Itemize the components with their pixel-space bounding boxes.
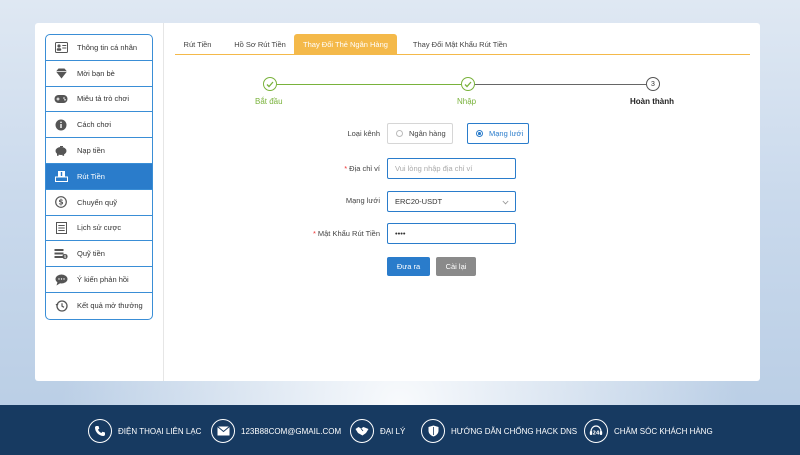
chat-icon	[54, 273, 68, 287]
divider	[163, 23, 164, 381]
footer-dns-guide-label: HƯỚNG DẪN CHỐNG HACK DNS	[451, 426, 578, 436]
sidebar-item-withdraw[interactable]: Rút Tiền	[46, 163, 152, 190]
channel-option-label: Mạng lưới	[489, 129, 524, 138]
progress-steps: Bắt đầu Nhập 3 Hoàn thành	[175, 77, 750, 117]
footer-support-label: CHĂM SÓC KHÁCH HÀNG	[614, 426, 713, 436]
address-label: * Địa chỉ ví	[344, 164, 380, 173]
channel-label: Loại kênh	[347, 129, 380, 138]
reset-button[interactable]: Cài lại	[436, 257, 476, 276]
svg-text:$: $	[64, 254, 67, 260]
tab-change-withdraw-password[interactable]: Thay Đổi Mật Khẩu Rút Tiền	[401, 34, 519, 55]
step-1-check-icon	[263, 77, 277, 91]
svg-text:$: $	[58, 198, 63, 207]
radio-selected-icon	[476, 130, 483, 137]
withdraw-icon	[54, 169, 68, 183]
password-label: * Mật Khẩu Rút Tiền	[312, 229, 380, 238]
step-1-label: Bắt đầu	[255, 97, 283, 106]
handshake-icon	[350, 419, 374, 443]
email-icon	[211, 419, 235, 443]
sidebar-item-label: Rút Tiền	[77, 171, 105, 181]
footer-support-link[interactable]: 24 CHĂM SÓC KHÁCH HÀNG	[584, 419, 713, 443]
sidebar-item-game-description[interactable]: Miêu tả trò chơi	[46, 87, 152, 113]
gamepad-icon	[54, 92, 68, 106]
footer-bar: ĐIỆN THOẠI LIÊN LẠC 123B88COM@GMAIL.COM …	[0, 405, 800, 455]
submit-button[interactable]: Đưa ra	[387, 257, 430, 276]
step-3-label: Hoàn thành	[630, 97, 674, 106]
step-connector	[277, 83, 461, 85]
tab-withdraw-records[interactable]: Hồ Sơ Rút Tiền	[225, 34, 295, 55]
diamond-icon	[54, 66, 68, 80]
sidebar-item-label: Miêu tả trò chơi	[77, 94, 130, 104]
sidebar-item-fund[interactable]: $ Quỹ tiền	[46, 241, 152, 268]
sidebar-item-label: Quỹ tiền	[77, 249, 105, 259]
support-24-icon: 24	[584, 419, 608, 443]
sidebar-item-draw-results[interactable]: Kết quả mở thưởng	[46, 293, 152, 319]
sidebar-item-invite[interactable]: Mời bạn bè	[46, 61, 152, 87]
network-label: Mạng lưới	[345, 196, 380, 205]
footer-agent-label: ĐẠI LÝ	[380, 426, 406, 436]
id-card-icon	[54, 40, 68, 54]
svg-text:24: 24	[593, 431, 600, 437]
sidebar-item-label: Chuyển quỹ	[77, 197, 118, 207]
sidebar-item-bet-history[interactable]: Lịch sử cược	[46, 216, 152, 242]
network-select[interactable]: ERC20-USDT	[387, 191, 516, 212]
account-panel: Thông tin cá nhân Mời bạn bè Miêu tả trò…	[35, 23, 760, 381]
sidebar-item-transfer[interactable]: $ Chuyển quỹ	[46, 190, 152, 216]
withdraw-password-input[interactable]: ••••	[387, 223, 516, 244]
sidebar-item-label: Kết quả mở thưởng	[77, 301, 143, 311]
footer-dns-guide-link[interactable]: HƯỚNG DẪN CHỐNG HACK DNS	[421, 419, 577, 443]
step-connector	[475, 83, 646, 85]
sidebar-item-feedback[interactable]: Ý kiến phản hồi	[46, 267, 152, 293]
step-2-check-icon	[461, 77, 475, 91]
sidebar-item-label: Cách chơi	[77, 120, 112, 130]
sidebar-item-label: Mời bạn bè	[77, 68, 115, 78]
chevron-down-icon	[502, 198, 509, 207]
shield-icon	[421, 419, 445, 443]
tab-withdraw[interactable]: Rút Tiền	[175, 34, 220, 55]
clock-history-icon	[54, 299, 68, 313]
history-list-icon	[54, 221, 68, 235]
channel-option-network[interactable]: Mạng lưới	[467, 123, 529, 144]
radio-icon	[396, 130, 403, 137]
wallet-address-input[interactable]	[387, 158, 516, 179]
sidebar-item-label: Lịch sử cược	[77, 223, 122, 233]
network-selected-value: ERC20-USDT	[395, 197, 443, 206]
sidebar-item-how-to-play[interactable]: Cách chơi	[46, 112, 152, 139]
sidebar-item-label: Thông tin cá nhân	[77, 42, 138, 52]
footer-phone-label: ĐIỆN THOẠI LIÊN LẠC	[118, 426, 202, 436]
channel-option-bank[interactable]: Ngân hàng	[387, 123, 453, 144]
channel-option-label: Ngân hàng	[409, 129, 446, 138]
footer-email-label: 123B88COM@GMAIL.COM	[241, 426, 342, 436]
tab-change-bank-card[interactable]: Thay Đổi Thẻ Ngân Hàng	[294, 34, 397, 55]
sidebar-item-deposit[interactable]: Nạp tiền	[46, 138, 152, 164]
footer-phone-link[interactable]: ĐIỆN THOẠI LIÊN LẠC	[88, 419, 201, 443]
sidebar-item-profile[interactable]: Thông tin cá nhân	[46, 35, 152, 61]
footer-agent-link[interactable]: ĐẠI LÝ	[350, 419, 405, 443]
phone-icon	[88, 419, 112, 443]
dollar-icon: $	[54, 195, 68, 209]
sidebar-menu: Thông tin cá nhân Mời bạn bè Miêu tả trò…	[45, 34, 153, 320]
sidebar-item-label: Nạp tiền	[77, 146, 105, 156]
sidebar-item-label: Ý kiến phản hồi	[77, 275, 129, 285]
step-3-number: 3	[646, 77, 660, 91]
info-icon	[54, 118, 68, 132]
wallet-icon: $	[54, 247, 68, 261]
step-2-label: Nhập	[457, 97, 477, 106]
tab-bar: Rút Tiền Hồ Sơ Rút Tiền Thay Đổi Thẻ Ngâ…	[175, 34, 750, 55]
piggy-bank-icon	[54, 144, 68, 158]
footer-email-link[interactable]: 123B88COM@GMAIL.COM	[211, 419, 341, 443]
